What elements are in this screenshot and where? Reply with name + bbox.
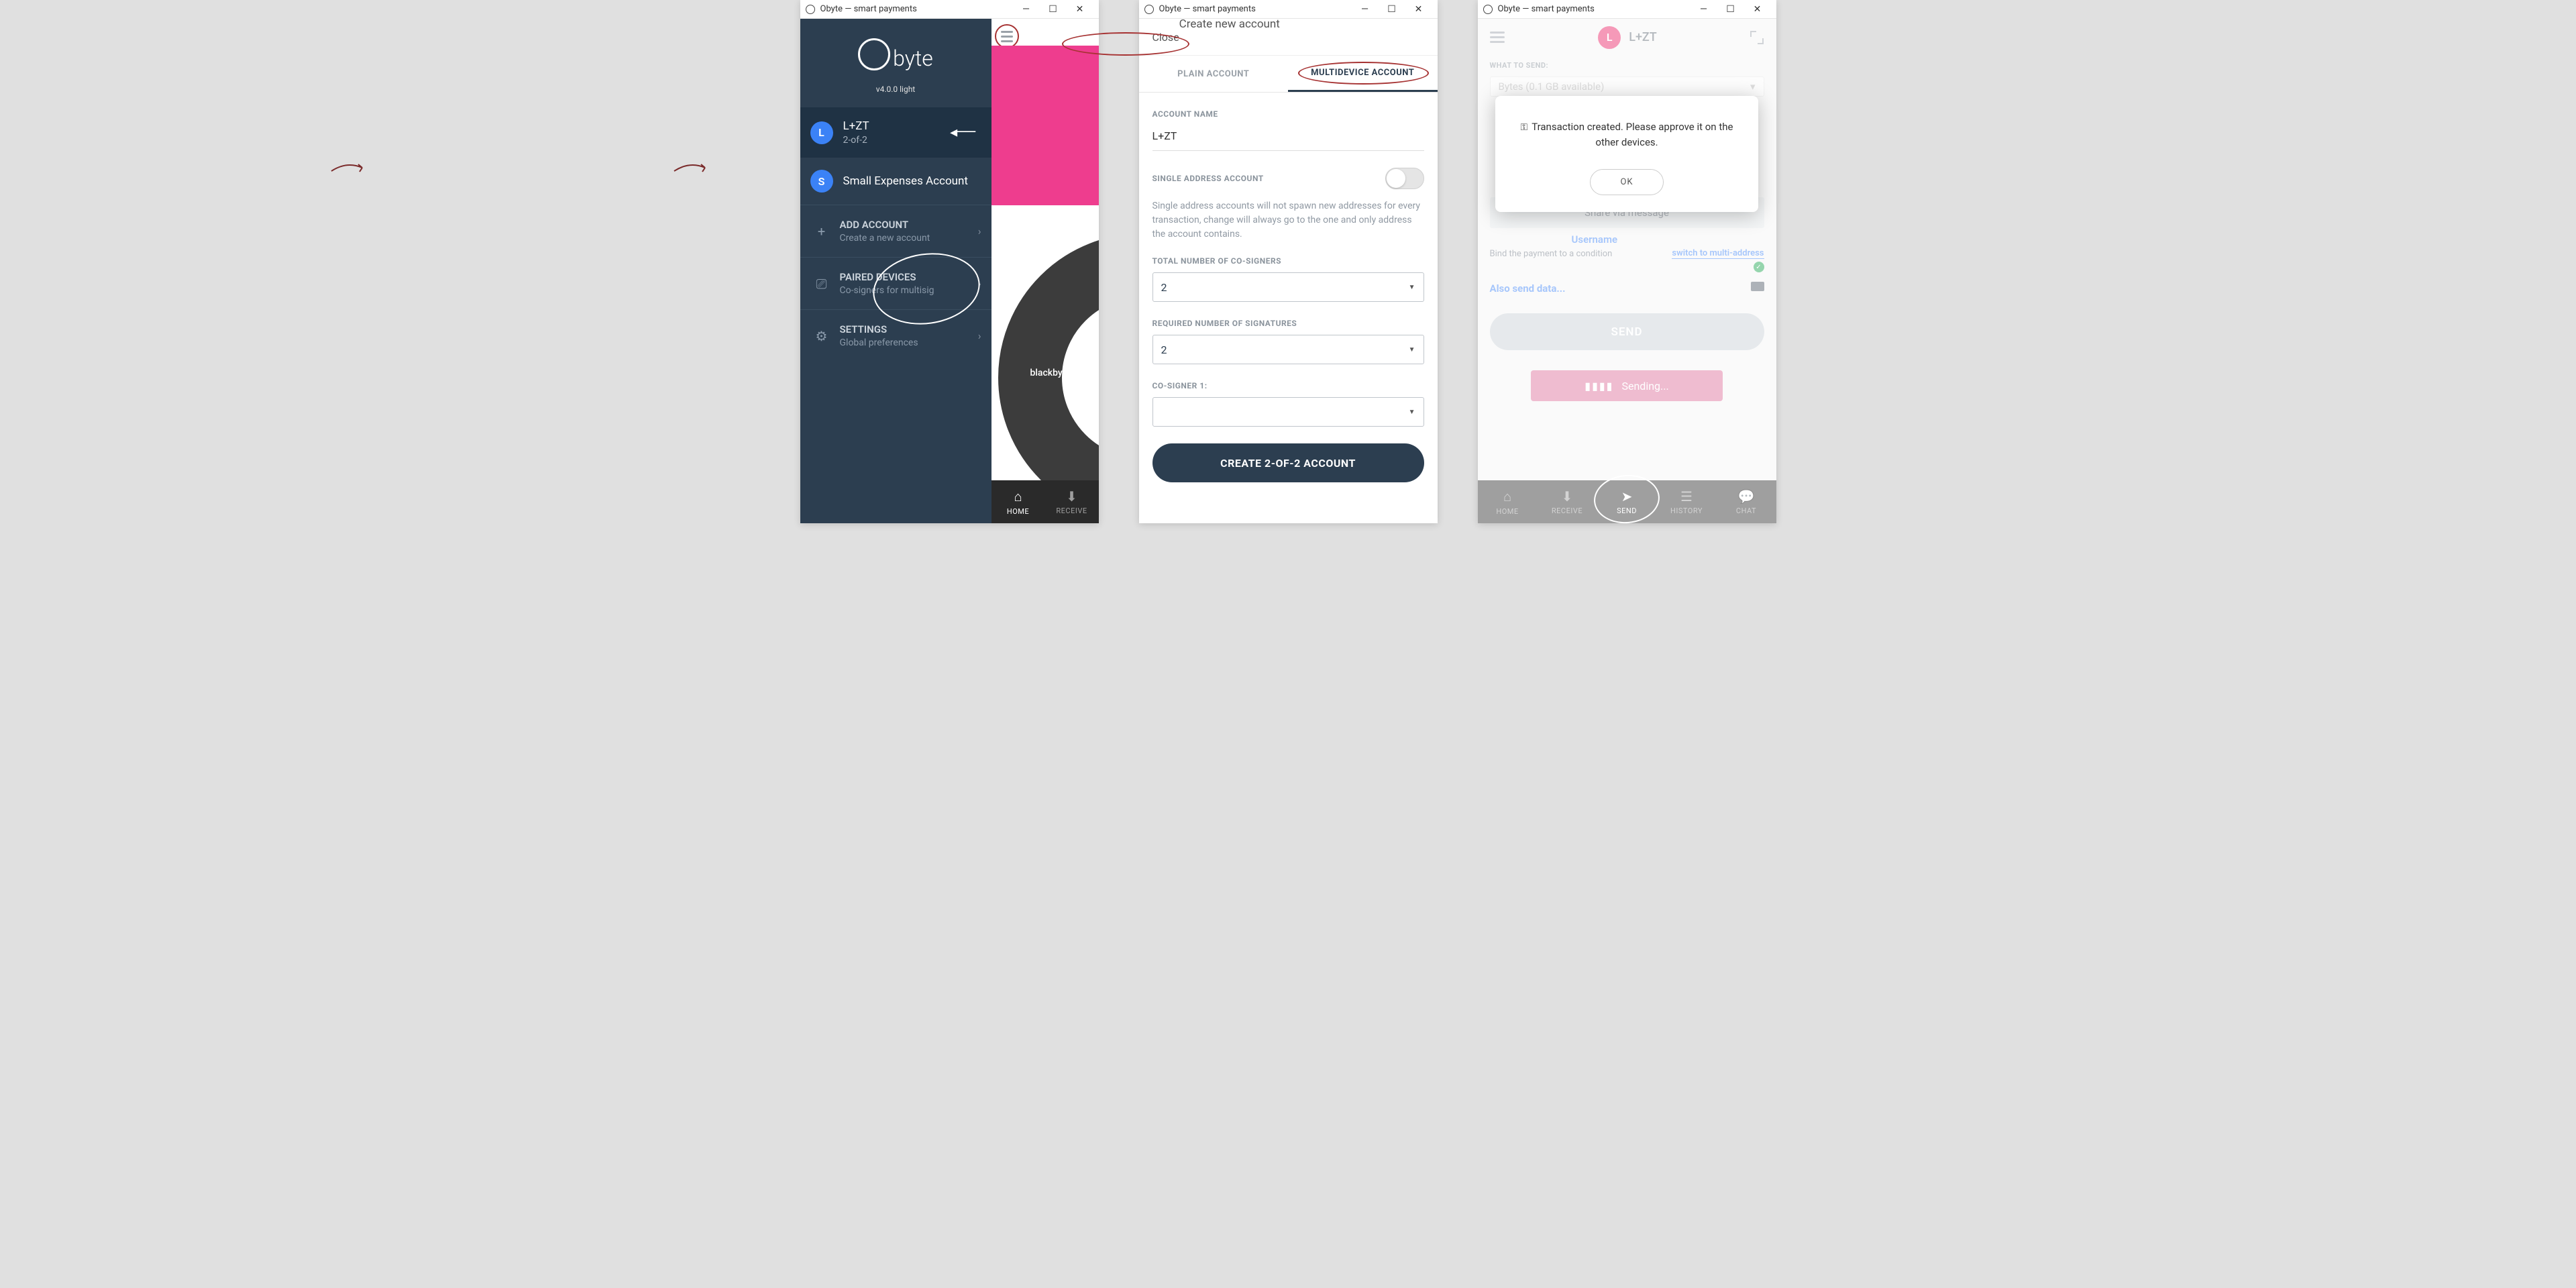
titlebar: Obyte — smart payments — ☐ ✕ (1478, 0, 1776, 19)
hamburger-menu-button[interactable] (995, 24, 1019, 48)
home-icon: ⌂ (1014, 488, 1022, 505)
header-title: Create new account (1179, 17, 1280, 31)
nav-receive[interactable]: ⬇ RECEIVE (1045, 480, 1099, 523)
signatures-label: REQUIRED NUMBER OF SIGNATURES (1152, 319, 1424, 328)
window-title: Obyte — smart payments (820, 4, 1013, 14)
modal-overlay: ⚿Transaction created. Please approve it … (1478, 19, 1776, 523)
logo-circle-icon (858, 38, 890, 70)
maximize-button[interactable]: ☐ (1717, 0, 1744, 19)
menu-sub: Create a new account (840, 233, 930, 244)
nav-label: RECEIVE (1056, 506, 1087, 515)
account-badge: L (810, 121, 833, 144)
close-window-button[interactable]: ✕ (1405, 0, 1432, 19)
titlebar: Obyte — smart payments — ☐ ✕ (1139, 0, 1438, 19)
main-content: blackbytes (991, 19, 1099, 523)
arrow-left-icon: ◂—— (950, 124, 974, 141)
logo-section: byte v4.0.0 light (800, 19, 991, 107)
single-address-label: SINGLE ADDRESS ACCOUNT (1152, 174, 1264, 183)
caret-down-icon: ▼ (1409, 409, 1415, 416)
form-body: ACCOUNT NAME L+ZT SINGLE ADDRESS ACCOUNT… (1139, 93, 1438, 523)
menu-title: ADD ACCOUNT (840, 219, 930, 231)
hamburger-wrap (995, 24, 1019, 48)
window-title: Obyte — smart payments (1498, 4, 1690, 14)
tab-multidevice-account[interactable]: MULTIDEVICE ACCOUNT (1288, 56, 1438, 92)
menu-title: SETTINGS (840, 323, 918, 335)
cosigner1-select[interactable]: ▼ (1152, 397, 1424, 427)
signatures-select[interactable]: 2 ▼ (1152, 335, 1424, 364)
window-sidebar: Obyte — smart payments — ☐ ✕ byte v4.0.0… (800, 0, 1099, 523)
account-sub: 2-of-2 (843, 135, 869, 146)
menu-settings[interactable]: ⚙ SETTINGS Global preferences › (800, 309, 991, 362)
connector-arrow-2 (673, 158, 710, 190)
close-link[interactable]: Close (1152, 31, 1179, 44)
minimize-button[interactable]: — (1013, 0, 1040, 19)
menu-title: PAIRED DEVICES (840, 271, 934, 283)
single-address-toggle[interactable] (1385, 168, 1424, 189)
version-text: v4.0.0 light (814, 85, 978, 94)
close-window-button[interactable]: ✕ (1744, 0, 1771, 19)
menu-sub: Global preferences (840, 337, 918, 348)
logo-text: byte (893, 46, 933, 71)
account-name: Small Expenses Account (843, 174, 968, 188)
gear-icon: ⚙ (810, 328, 833, 344)
plus-icon: + (810, 223, 833, 239)
cosigners-label: TOTAL NUMBER OF CO-SIGNERS (1152, 256, 1424, 266)
modal-ok-button[interactable]: OK (1590, 169, 1663, 195)
app-icon (1483, 5, 1493, 14)
create-account-button[interactable]: CREATE 2-OF-2 ACCOUNT (1152, 443, 1424, 482)
titlebar: Obyte — smart payments — ☐ ✕ (800, 0, 1099, 19)
menu-add-account[interactable]: + ADD ACCOUNT Create a new account › (800, 205, 991, 257)
account-name-input[interactable]: L+ZT (1152, 125, 1424, 151)
cosigners-select[interactable]: 2 ▼ (1152, 272, 1424, 302)
account-item-small-expenses[interactable]: S Small Expenses Account (800, 158, 991, 205)
single-address-help: Single address accounts will not spawn n… (1152, 199, 1424, 241)
app-icon (806, 5, 815, 14)
tab-plain-account[interactable]: PLAIN ACCOUNT (1139, 56, 1289, 92)
download-icon: ⬇ (1066, 488, 1077, 504)
nav-label: HOME (1007, 507, 1029, 516)
donut-label: blackbytes (1030, 368, 1076, 378)
chevron-right-icon: › (978, 329, 981, 342)
caret-down-icon: ▼ (1409, 346, 1415, 354)
menu-paired-devices[interactable]: ⎚ PAIRED DEVICES Co-signers for multisig… (800, 257, 991, 309)
bottom-nav: ⌂ HOME ⬇ RECEIVE (991, 480, 1099, 523)
toggle-knob (1387, 169, 1405, 188)
maximize-button[interactable]: ☐ (1040, 0, 1067, 19)
sidebar: byte v4.0.0 light L L+ZT 2-of-2 ◂—— S Sm… (800, 19, 991, 523)
cosigner1-label: CO-SIGNER 1: (1152, 381, 1424, 390)
account-name: L+ZT (843, 119, 869, 133)
modal-message: ⚿Transaction created. Please approve it … (1512, 119, 1741, 150)
menu-sub: Co-signers for multisig (840, 285, 934, 296)
modal-header: Close Create new account (1139, 19, 1438, 56)
minimize-button[interactable]: — (1352, 0, 1379, 19)
pink-banner (991, 46, 1099, 205)
account-badge: S (810, 170, 833, 193)
nav-home[interactable]: ⌂ HOME (991, 480, 1045, 523)
window-create-account: Obyte — smart payments — ☐ ✕ Close Creat… (1139, 0, 1438, 523)
caret-down-icon: ▼ (1409, 284, 1415, 291)
maximize-button[interactable]: ☐ (1379, 0, 1405, 19)
transaction-modal: ⚿Transaction created. Please approve it … (1495, 96, 1758, 212)
connector-arrow-1 (330, 158, 367, 190)
donut-chart: blackbytes (998, 233, 1099, 522)
account-name-label: ACCOUNT NAME (1152, 109, 1424, 119)
chevron-right-icon: › (978, 277, 981, 290)
key-icon: ⚿ (1521, 122, 1528, 133)
tabs: PLAIN ACCOUNT MULTIDEVICE ACCOUNT (1139, 56, 1438, 93)
close-window-button[interactable]: ✕ (1067, 0, 1093, 19)
app-icon (1144, 5, 1154, 14)
laptop-icon: ⎚ (810, 276, 833, 292)
window-send: Obyte — smart payments — ☐ ✕ L L+ZT WHAT… (1478, 0, 1776, 523)
chevron-right-icon: › (978, 225, 981, 237)
window-title: Obyte — smart payments (1159, 4, 1352, 14)
account-item-lzt[interactable]: L L+ZT 2-of-2 ◂—— (800, 107, 991, 158)
minimize-button[interactable]: — (1690, 0, 1717, 19)
